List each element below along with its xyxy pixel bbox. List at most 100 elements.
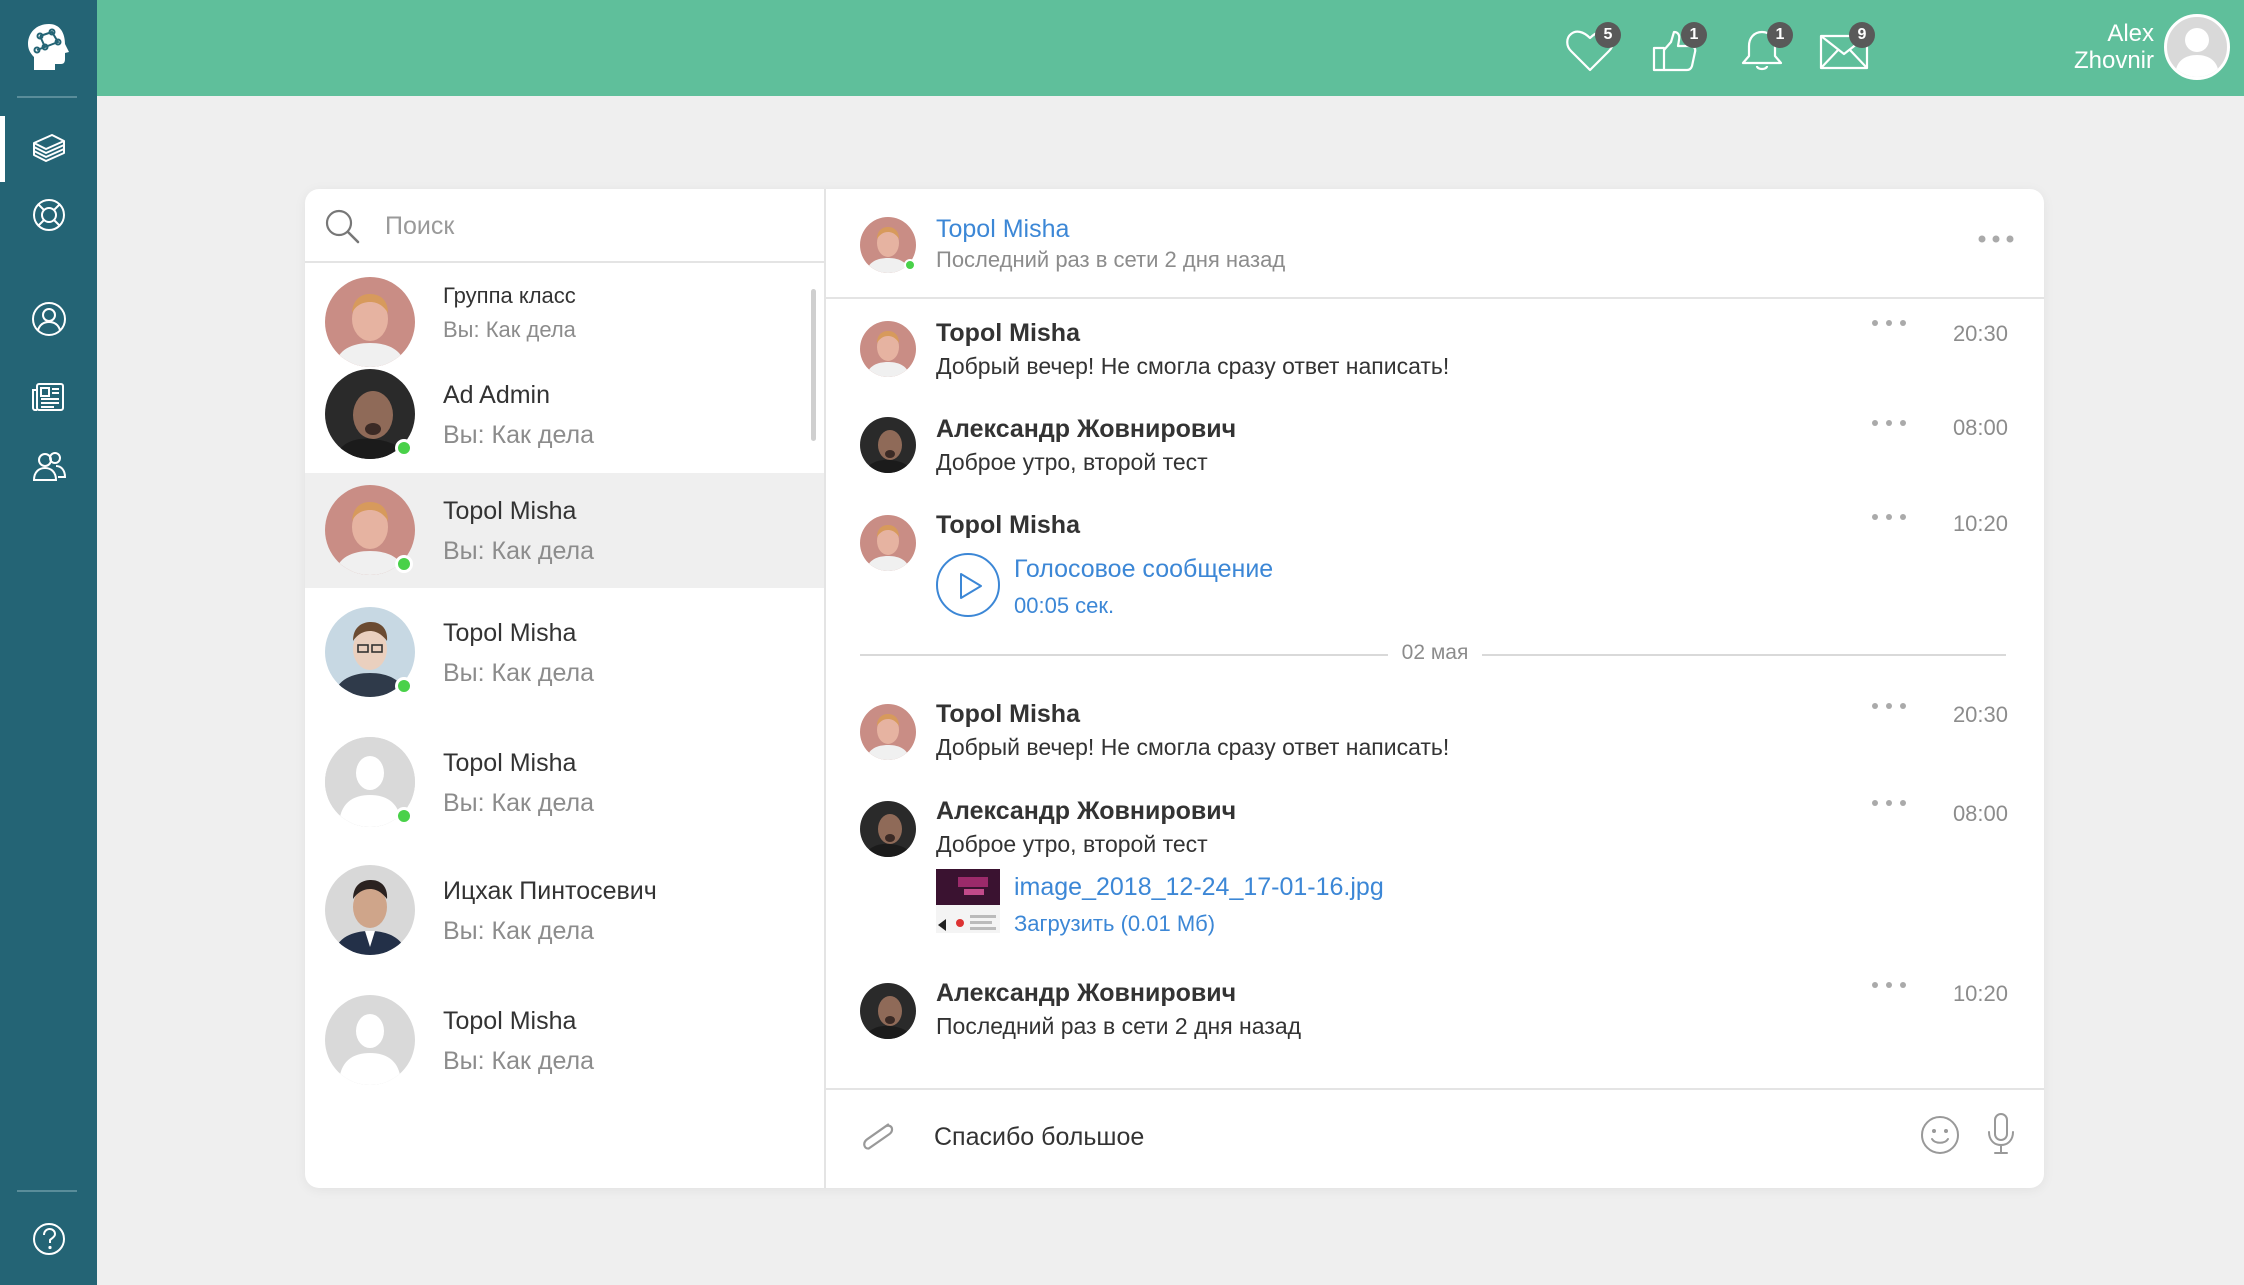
contact-avatar — [325, 995, 415, 1085]
sidebar-divider — [17, 96, 77, 98]
message-composer — [826, 1088, 2044, 1188]
message-avatar[interactable] — [860, 801, 916, 857]
contact-preview: Вы: Как дела — [443, 317, 576, 342]
messenger-card: Группа класс Вы: Как дела — [305, 189, 2044, 1188]
search-bar — [305, 189, 824, 263]
contact-avatar — [325, 737, 415, 827]
message-options-icon[interactable] — [1869, 698, 1909, 714]
message-options-icon[interactable] — [1869, 509, 1909, 525]
message-avatar[interactable] — [860, 983, 916, 1039]
emoji-smile-icon[interactable] — [1919, 1114, 1961, 1156]
message-text: Последний раз в сети 2 дня назад — [936, 1013, 1302, 1039]
sidebar-item-support[interactable] — [0, 182, 97, 248]
contact-preview: Вы: Как дела — [443, 659, 595, 687]
message-options-icon[interactable] — [1869, 315, 1909, 331]
likes-count-badge: 1 — [1681, 22, 1707, 48]
contact-name: Topol Misha — [443, 619, 577, 647]
contact-item-active[interactable]: Topol Misha Вы: Как дела — [305, 473, 824, 588]
sidebar-item-courses[interactable] — [0, 116, 97, 182]
contact-avatar — [325, 485, 415, 575]
contact-item[interactable]: Topol Misha Вы: Как дела — [305, 985, 824, 1100]
sidebar-divider — [17, 1190, 77, 1192]
conversation-panel: Topol Misha Последний раз в сети 2 дня н… — [826, 189, 2044, 1188]
contact-name: Ицхак Пинтосевич — [443, 877, 657, 905]
sidebar-item-profile[interactable] — [0, 286, 97, 352]
users-group-icon — [32, 452, 66, 481]
message-time: 08:00 — [1952, 415, 2008, 440]
paperclip-attach-icon[interactable] — [856, 1114, 900, 1158]
play-voice-button[interactable] — [936, 553, 1000, 617]
contact-name: Topol Misha — [443, 749, 577, 777]
contact-name: Группа класс — [443, 283, 576, 308]
online-indicator — [395, 807, 413, 825]
attachment-download-link[interactable]: Загрузить (0.01 Мб) — [1014, 911, 1215, 937]
last-seen-status: Последний раз в сети 2 дня назад — [936, 247, 1286, 272]
person-photo-icon — [860, 321, 916, 377]
sidebar-item-news[interactable] — [0, 364, 97, 430]
default-avatar-icon — [325, 995, 415, 1085]
contact-item[interactable]: Ицхак Пинтосевич Вы: Как дела — [305, 855, 824, 970]
contact-preview: Вы: Как дела — [443, 421, 595, 449]
contact-item[interactable]: Topol Misha Вы: Как дела — [305, 595, 824, 710]
attachment-filename-link[interactable]: image_2018_12-24_17-01-16.jpg — [1014, 873, 1384, 902]
header-avatar[interactable] — [860, 217, 916, 273]
more-options-icon[interactable] — [1976, 229, 2016, 249]
user-name[interactable]: Alex Zhovnir — [2074, 20, 2154, 74]
notifications-button[interactable]: 1 — [1737, 22, 1797, 78]
contacts-scrollbar[interactable] — [811, 289, 816, 441]
message-options-icon[interactable] — [1869, 795, 1909, 811]
microphone-icon[interactable] — [1984, 1112, 2018, 1156]
contact-preview: Вы: Как дела — [443, 789, 595, 817]
favorites-button[interactable]: 5 — [1565, 22, 1625, 78]
newspaper-icon — [31, 383, 64, 411]
contact-item[interactable]: Topol Misha Вы: Как дела — [305, 725, 824, 840]
voice-message-duration: 00:05 сек. — [1014, 593, 1115, 618]
message-time: 10:20 — [1952, 981, 2008, 1006]
message-avatar[interactable] — [860, 417, 916, 473]
conversation-title[interactable]: Topol Misha — [936, 215, 1069, 244]
message-avatar[interactable] — [860, 515, 916, 571]
message-options-icon[interactable] — [1869, 415, 1909, 431]
sidebar-item-community[interactable] — [0, 434, 97, 500]
image-thumbnail-icon — [936, 869, 1000, 933]
message-options-icon[interactable] — [1869, 977, 1909, 993]
person-photo-icon — [325, 277, 415, 367]
sidebar-item-help[interactable] — [0, 1206, 97, 1272]
contact-avatar — [325, 865, 415, 955]
contact-preview: Вы: Как дела — [443, 537, 595, 565]
app-logo[interactable] — [0, 0, 97, 96]
message-time: 08:00 — [1952, 801, 2008, 826]
message-author: Topol Misha — [936, 319, 1080, 347]
attachment-thumbnail[interactable] — [936, 869, 1000, 933]
person-photo-icon — [860, 704, 916, 760]
message-time: 20:30 — [1952, 702, 2008, 727]
person-photo-icon — [860, 515, 916, 571]
online-indicator — [395, 439, 413, 457]
search-input[interactable] — [385, 203, 805, 249]
contact-preview: Вы: Как дела — [443, 1047, 595, 1075]
search-icon[interactable] — [323, 207, 361, 245]
online-indicator — [904, 259, 916, 271]
online-indicator — [395, 555, 413, 573]
voice-message-label[interactable]: Голосовое сообщение — [1014, 555, 1273, 584]
likes-button[interactable]: 1 — [1651, 22, 1711, 78]
contact-name: Topol Misha — [443, 497, 577, 525]
messages-button[interactable]: 9 — [1819, 22, 1879, 78]
message-time: 20:30 — [1952, 321, 2008, 346]
contact-preview: Вы: Как дела — [443, 917, 595, 945]
online-indicator — [395, 677, 413, 695]
contact-name: Topol Misha — [443, 1007, 577, 1035]
sidebar — [0, 0, 97, 1285]
message-avatar[interactable] — [860, 704, 916, 760]
user-profile-icon — [31, 302, 66, 336]
message-time: 10:20 — [1952, 511, 2008, 536]
favorites-count-badge: 5 — [1595, 22, 1621, 48]
message-avatar[interactable] — [860, 321, 916, 377]
contact-item[interactable]: Ad Admin Вы: Как дела — [305, 357, 824, 472]
message-text: Добрый вечер! Не смогла сразу ответ напи… — [936, 353, 1450, 379]
person-photo-icon — [860, 983, 916, 1039]
top-bar: 5 1 1 9 Alex Zhovnir — [97, 0, 2244, 96]
contact-list: Группа класс Вы: Как дела Ad Admin Вы: К… — [305, 265, 824, 1188]
message-input[interactable] — [934, 1114, 1884, 1160]
user-avatar[interactable] — [2164, 14, 2230, 80]
